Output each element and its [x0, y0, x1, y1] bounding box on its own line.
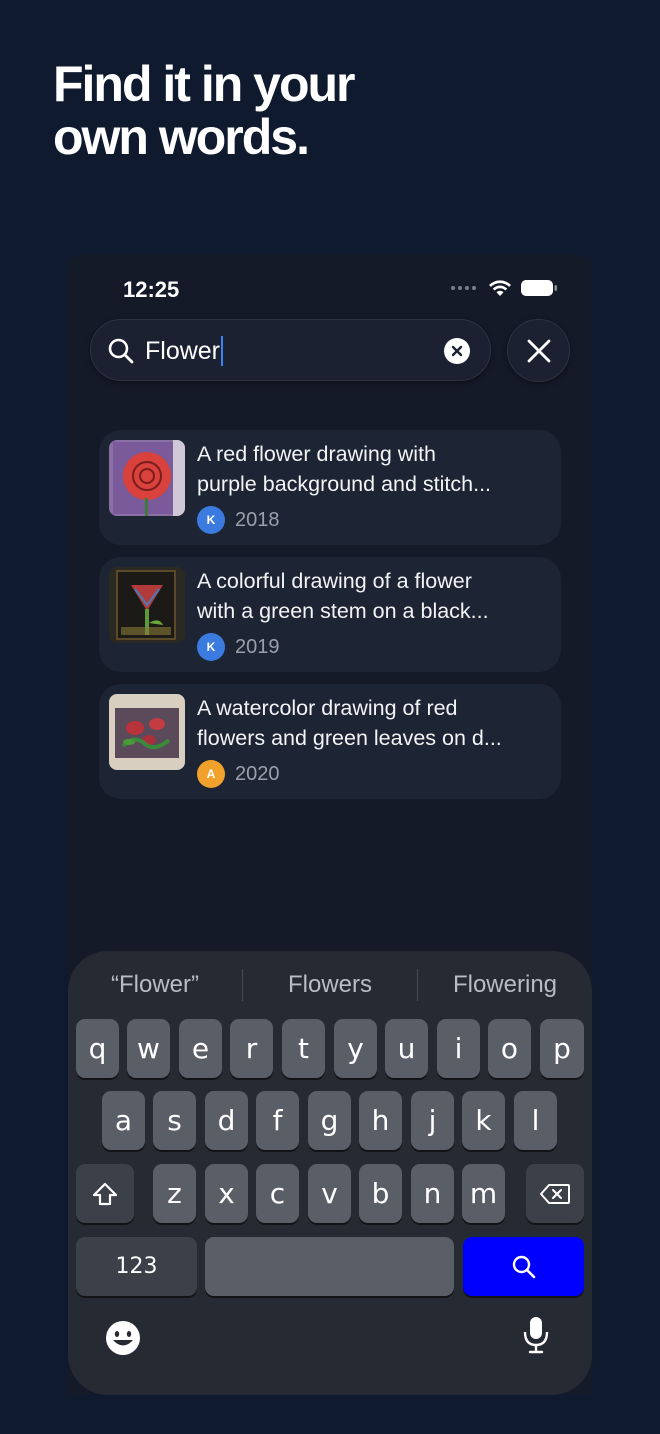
result-title: A watercolor drawing of red flowers and … [197, 696, 502, 750]
result-year: 2020 [235, 762, 280, 785]
close-search-button[interactable] [507, 319, 570, 382]
key-a[interactable]: a [102, 1091, 145, 1150]
dictation-button[interactable] [522, 1315, 550, 1360]
shift-icon [92, 1182, 118, 1205]
key-k[interactable]: k [462, 1091, 505, 1150]
key-j[interactable]: j [411, 1091, 454, 1150]
space-key[interactable] [205, 1237, 454, 1296]
keyboard-suggestions: “Flower” Flowers Flowering [68, 951, 592, 1019]
key-t[interactable]: t [282, 1019, 325, 1078]
result-thumbnail [109, 440, 185, 516]
headline-line-1: Find it in your [53, 56, 356, 112]
backspace-key[interactable] [526, 1164, 584, 1223]
result-thumbnail [109, 694, 185, 770]
result-item[interactable]: A watercolor drawing of red flowers and … [99, 684, 561, 799]
result-title: A colorful drawing of a flower with a gr… [197, 569, 489, 623]
key-g[interactable]: g [308, 1091, 351, 1150]
search-icon [512, 1255, 535, 1278]
key-i[interactable]: i [437, 1019, 480, 1078]
numbers-key[interactable]: 123 [76, 1237, 197, 1296]
text-caret [221, 336, 224, 366]
search-key[interactable] [463, 1237, 584, 1296]
emoji-icon [106, 1321, 140, 1355]
shift-key[interactable] [76, 1164, 134, 1223]
phone-screen: 12:25 Flower A red flower drawing with p… [68, 255, 592, 1395]
key-o[interactable]: o [488, 1019, 531, 1078]
search-icon [108, 338, 134, 364]
result-meta: K 2018 [197, 506, 280, 534]
search-results: A red flower drawing with purple backgro… [99, 430, 561, 811]
result-year: 2019 [235, 635, 280, 658]
search-query-text: Flower [145, 336, 221, 365]
result-meta: K 2019 [197, 633, 280, 661]
avatar: A [197, 760, 225, 788]
key-r[interactable]: r [230, 1019, 273, 1078]
key-z[interactable]: z [153, 1164, 196, 1223]
microphone-icon [523, 1317, 549, 1354]
key-c[interactable]: c [256, 1164, 299, 1223]
key-y[interactable]: y [334, 1019, 377, 1078]
close-icon [527, 339, 550, 362]
search-field[interactable]: Flower [90, 319, 491, 381]
key-p[interactable]: p [540, 1019, 584, 1078]
battery-icon [521, 280, 557, 296]
keyboard: “Flower” Flowers Flowering q w e r t y u… [68, 951, 592, 1395]
result-year: 2018 [235, 508, 280, 531]
key-q[interactable]: q [76, 1019, 119, 1078]
search-query[interactable]: Flower [145, 336, 224, 366]
key-m[interactable]: m [462, 1164, 505, 1223]
key-v[interactable]: v [308, 1164, 351, 1223]
key-h[interactable]: h [359, 1091, 402, 1150]
avatar: K [197, 633, 225, 661]
clear-search-button[interactable] [444, 338, 470, 364]
result-item[interactable]: A colorful drawing of a flower with a gr… [99, 557, 561, 672]
clear-icon [451, 345, 463, 357]
headline: Find it in your own words. [53, 56, 356, 165]
headline-line-2: own words. [53, 109, 310, 165]
avatar: K [197, 506, 225, 534]
key-b[interactable]: b [359, 1164, 402, 1223]
status-time: 12:25 [123, 277, 180, 302]
emoji-button[interactable] [104, 1319, 142, 1362]
key-l[interactable]: l [514, 1091, 557, 1150]
wifi-icon [489, 280, 511, 296]
backspace-icon [540, 1183, 570, 1204]
key-d[interactable]: d [205, 1091, 248, 1150]
key-n[interactable]: n [411, 1164, 454, 1223]
key-e[interactable]: e [179, 1019, 222, 1078]
key-u[interactable]: u [385, 1019, 428, 1078]
key-s[interactable]: s [153, 1091, 196, 1150]
result-meta: A 2020 [197, 760, 280, 788]
result-thumbnail [109, 567, 185, 643]
signal-dots-icon [451, 286, 476, 290]
result-title: A red flower drawing with purple backgro… [197, 442, 492, 496]
key-x[interactable]: x [205, 1164, 248, 1223]
suggestion-item[interactable]: “Flower” [68, 971, 242, 999]
result-item[interactable]: A red flower drawing with purple backgro… [99, 430, 561, 545]
suggestion-item[interactable]: Flowers [243, 971, 417, 999]
key-w[interactable]: w [127, 1019, 170, 1078]
key-f[interactable]: f [256, 1091, 299, 1150]
suggestion-item[interactable]: Flowering [418, 971, 592, 999]
status-icons [451, 279, 558, 297]
